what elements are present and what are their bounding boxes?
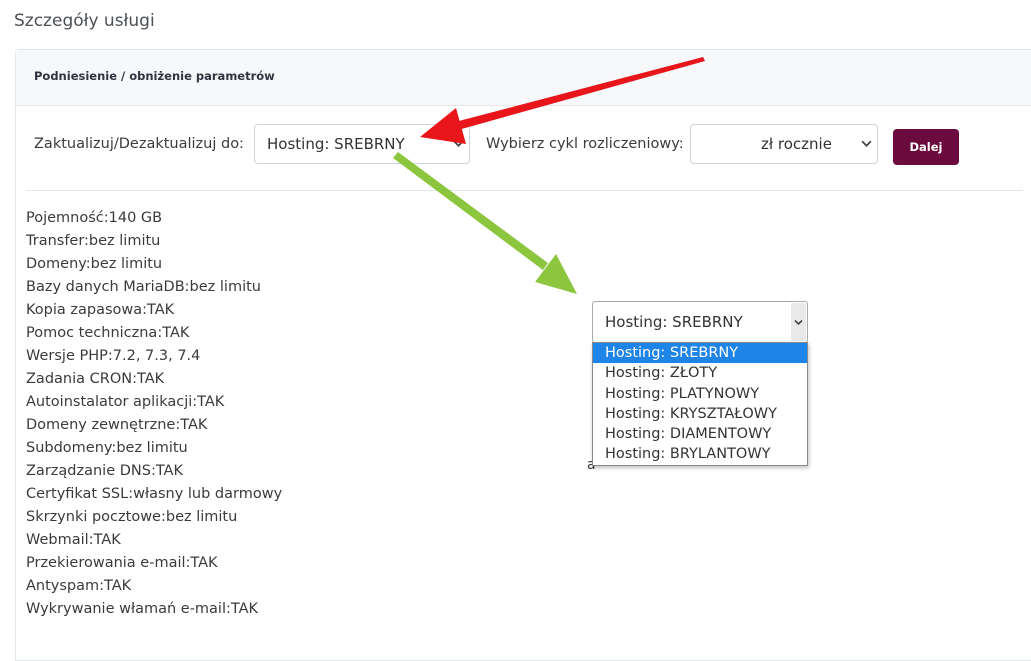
plan-dropdown-select[interactable]: Hosting: SREBRNY xyxy=(592,301,808,343)
list-item: Certyfikat SSL:własny lub darmowy xyxy=(26,486,283,502)
list-item: Domeny zewnętrzne:TAK xyxy=(26,417,208,433)
list-item: Zadania CRON:TAK xyxy=(26,371,165,387)
billing-cycle-label: Wybierz cykl rozliczeniowy: xyxy=(486,136,684,152)
panel-header-title: Podniesienie / obniżenie parametrów xyxy=(34,69,275,83)
plan-dropdown-value: Hosting: SREBRNY xyxy=(605,313,743,331)
chevron-down-icon xyxy=(861,140,872,147)
list-item: Subdomeny:bez limitu xyxy=(26,440,188,456)
list-item: Webmail:TAK xyxy=(26,532,121,548)
dropdown-option[interactable]: Hosting: SREBRNY xyxy=(593,343,807,364)
list-item: Wersje PHP:7.2, 7.3, 7.4 xyxy=(26,348,201,364)
list-item: Bazy danych MariaDB:bez limitu xyxy=(26,279,261,295)
dropdown-button[interactable] xyxy=(791,303,806,341)
panel-header: Podniesienie / obniżenie parametrów xyxy=(16,50,1031,106)
chevron-down-icon xyxy=(794,319,803,326)
list-item: Domeny:bez limitu xyxy=(26,256,163,272)
billing-cycle-value: zł rocznie xyxy=(761,135,832,153)
upgrade-select-value: Hosting: SREBRNY xyxy=(267,135,405,153)
list-item: Pojemność:140 GB xyxy=(26,210,163,226)
dropdown-option[interactable]: Hosting: PLATYNOWY xyxy=(593,384,807,404)
plan-dropdown-list: Hosting: SREBRNY Hosting: ZŁOTY Hosting:… xyxy=(592,342,808,466)
divider xyxy=(26,190,1023,191)
upgrade-label: Zaktualizuj/Dezaktualizuj do: xyxy=(34,136,244,152)
list-item: Pomoc techniczna:TAK xyxy=(26,325,190,341)
dropdown-option[interactable]: Hosting: BRYLANTOWY xyxy=(593,444,807,464)
page-title: Szczegóły usługi xyxy=(14,11,155,31)
chevron-down-icon xyxy=(453,140,464,147)
dropdown-option[interactable]: Hosting: DIAMENTOWY xyxy=(593,424,807,444)
billing-cycle-select[interactable]: zł rocznie xyxy=(690,124,878,164)
feature-list: Pojemność:140 GB Transfer:bez limitu Dom… xyxy=(26,207,282,621)
upgrade-form-row: Zaktualizuj/Dezaktualizuj do: Hosting: S… xyxy=(16,124,1031,168)
list-item: Zarządzanie DNS:TAK xyxy=(26,463,183,479)
list-item: Antyspam:TAK xyxy=(26,578,132,594)
list-item: Przekierowania e-mail:TAK xyxy=(26,555,218,571)
list-item: Transfer:bez limitu xyxy=(26,233,161,249)
list-item: Wykrywanie włamań e-mail:TAK xyxy=(26,601,259,617)
upgrade-panel: Podniesienie / obniżenie parametrów Zakt… xyxy=(15,49,1031,661)
list-item: Autoinstalator aplikacji:TAK xyxy=(26,394,225,410)
dropdown-option[interactable]: Hosting: KRYSZTAŁOWY xyxy=(593,404,807,424)
next-button[interactable]: Dalej xyxy=(893,129,959,165)
upgrade-select[interactable]: Hosting: SREBRNY xyxy=(254,124,470,164)
list-item: Kopia zapasowa:TAK xyxy=(26,302,175,318)
dropdown-option[interactable]: Hosting: ZŁOTY xyxy=(593,363,807,383)
list-item: Skrzynki pocztowe:bez limitu xyxy=(26,509,238,525)
